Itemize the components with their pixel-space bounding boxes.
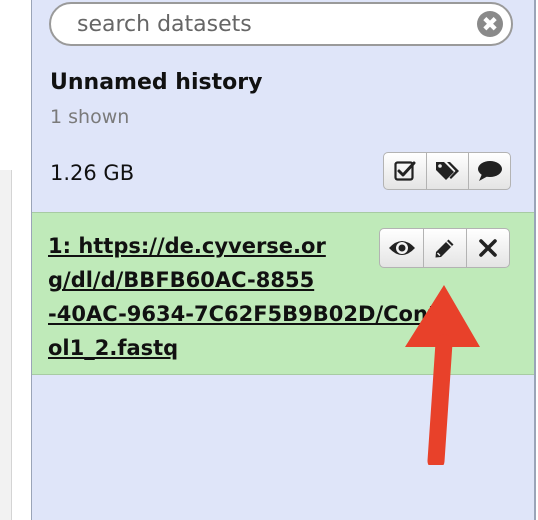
search-input[interactable] — [77, 10, 467, 38]
eye-icon — [388, 241, 415, 255]
clear-search-icon[interactable]: ✖ — [477, 11, 503, 37]
dataset-actions — [379, 228, 510, 268]
delete-button[interactable] — [466, 229, 509, 267]
view-data-button[interactable] — [380, 229, 423, 267]
checkbox-icon — [394, 161, 416, 181]
comment-icon — [477, 161, 502, 181]
tags-button[interactable] — [426, 153, 468, 189]
select-datasets-button[interactable] — [384, 153, 426, 189]
tags-icon — [435, 162, 459, 180]
history-actions — [383, 152, 511, 190]
dataset-title-line: g/dl/d/BBFB60AC-8855 — [48, 268, 315, 292]
history-name[interactable]: Unnamed history — [50, 70, 262, 95]
annotation-button[interactable] — [468, 153, 510, 189]
annotation-arrow-icon — [405, 285, 480, 465]
dataset-title-line: ol1_2.fastq — [48, 336, 179, 360]
history-shown-count: 1 shown — [50, 106, 130, 128]
search-box: ✖ — [49, 2, 513, 46]
edit-attributes-button[interactable] — [423, 229, 466, 267]
dataset-title-line: 1: https://de.cyverse.or — [48, 234, 326, 258]
history-size: 1.26 GB — [50, 161, 135, 185]
pencil-icon — [435, 239, 454, 258]
delete-icon — [479, 239, 497, 257]
center-panel — [0, 170, 12, 520]
